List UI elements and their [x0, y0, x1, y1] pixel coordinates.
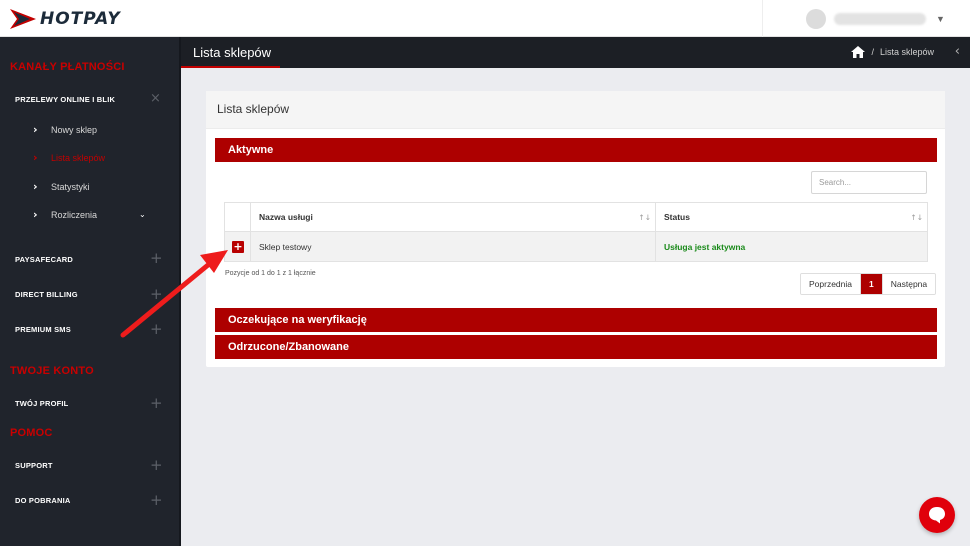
breadcrumb-current: Lista sklepów	[879, 47, 934, 57]
home-icon[interactable]	[851, 46, 866, 58]
breadcrumb: / Lista sklepów	[851, 46, 934, 58]
expand-cell: +	[224, 231, 251, 262]
top-header: HOTPAY ▼	[0, 0, 970, 37]
chat-icon	[929, 507, 945, 524]
shops-card: Lista sklepów Aktywne Nazwa usługi ↑↓ St…	[206, 91, 945, 367]
card-header: Lista sklepów	[206, 91, 945, 129]
sidebar-item-downloads[interactable]: DO POBRANIA	[15, 496, 71, 505]
pagination-info: Pozycje od 1 do 1 z 1 łącznie	[225, 270, 316, 277]
expand-plus-icon[interactable]: +	[150, 396, 163, 411]
expand-plus-icon[interactable]: +	[150, 251, 163, 266]
sidebar: KANAŁY PŁATNOŚCI PRZELEWY ONLINE I BLIK …	[0, 37, 181, 546]
section-channels: KANAŁY PŁATNOŚCI	[10, 61, 125, 73]
sidebar-item-przelewy[interactable]: PRZELEWY ONLINE I BLIK	[15, 95, 115, 104]
expand-plus-icon[interactable]: +	[150, 322, 163, 337]
sidebar-item-direct-billing[interactable]: DIRECT BILLING	[15, 290, 78, 299]
chevron-right-icon: ›	[33, 180, 38, 193]
logo-icon	[10, 9, 36, 29]
sidebar-sub-new-shop[interactable]: › Nowy sklep	[33, 123, 97, 136]
pagination-prev-button[interactable]: Poprzednia	[801, 274, 861, 294]
status-cell: Usługa jest aktywna	[655, 231, 928, 262]
expand-plus-icon[interactable]: +	[150, 493, 163, 508]
sidebar-sub-label: Statystyki	[51, 181, 90, 192]
collapse-icon[interactable]: ×	[150, 92, 161, 105]
chevron-right-icon: ›	[33, 208, 38, 221]
sidebar-sub-label: Nowy sklep	[51, 124, 98, 135]
search-input[interactable]	[811, 171, 927, 194]
shops-table: Nazwa usługi ↑↓ Status ↑↓ + Sklep testow…	[224, 202, 928, 262]
pagination-next-button[interactable]: Następna	[881, 274, 936, 294]
section-active-toggle[interactable]: Aktywne	[215, 138, 937, 162]
page-title: Lista sklepów	[193, 45, 272, 60]
shop-name-cell: Sklep testowy	[250, 231, 656, 262]
breadcrumb-separator: /	[871, 47, 874, 57]
sidebar-item-premium-sms[interactable]: PREMIUM SMS	[15, 325, 71, 334]
sidebar-item-paysafecard[interactable]: PAYSAFECARD	[15, 255, 73, 264]
expand-plus-icon[interactable]: +	[150, 458, 163, 473]
chevron-right-icon: ›	[33, 151, 38, 164]
pagination-page-button[interactable]: 1	[860, 274, 882, 294]
chevron-down-icon[interactable]: ▼	[936, 14, 945, 24]
section-help: POMOC	[10, 427, 53, 439]
table-row: + Sklep testowy Usługa jest aktywna	[224, 231, 928, 262]
column-status[interactable]: Status ↑↓	[655, 202, 928, 232]
sidebar-sub-label: Rozliczenia	[51, 209, 98, 220]
expand-plus-icon[interactable]: +	[150, 287, 163, 302]
column-name[interactable]: Nazwa usługi ↑↓	[250, 202, 656, 232]
expand-row-button[interactable]: +	[232, 240, 244, 253]
section-account: TWOJE KONTO	[10, 365, 94, 377]
table-header-expand	[224, 202, 251, 232]
divider	[762, 0, 763, 37]
sidebar-sub-settlements[interactable]: › Rozliczenia ⌄	[33, 208, 163, 221]
chat-button[interactable]	[919, 497, 955, 533]
sort-icon[interactable]: ↑↓	[910, 213, 923, 222]
chevron-down-icon[interactable]: ⌄	[139, 210, 146, 219]
sidebar-sub-shop-list[interactable]: › Lista sklepów	[33, 151, 105, 164]
column-name-label: Nazwa usługi	[259, 212, 313, 222]
chevron-right-icon: ›	[33, 123, 38, 136]
brand-logo[interactable]: HOTPAY	[10, 8, 121, 30]
sidebar-sub-label: Lista sklepów	[51, 152, 106, 163]
sidebar-sub-stats[interactable]: › Statystyki	[33, 180, 90, 193]
user-menu[interactable]: ▼	[806, 0, 945, 37]
column-status-label: Status	[664, 212, 690, 222]
avatar[interactable]	[806, 8, 826, 29]
card-title: Lista sklepów	[217, 102, 290, 116]
sidebar-item-profile[interactable]: TWÓJ PROFIL	[15, 399, 68, 408]
chevron-left-icon[interactable]: ‹	[955, 44, 960, 59]
pagination: Poprzednia 1 Następna	[800, 273, 937, 295]
title-underline	[181, 66, 280, 68]
user-name-blurred	[834, 12, 926, 25]
section-rejected-toggle[interactable]: Odrzucone/Zbanowane	[215, 335, 937, 359]
sort-icon[interactable]: ↑↓	[638, 213, 651, 222]
sidebar-item-support[interactable]: SUPPORT	[15, 461, 53, 470]
page-title-bar: Lista sklepów / Lista sklepów ‹	[181, 37, 970, 68]
brand-name: HOTPAY	[40, 9, 121, 29]
section-pending-toggle[interactable]: Oczekujące na weryfikację	[215, 308, 937, 332]
